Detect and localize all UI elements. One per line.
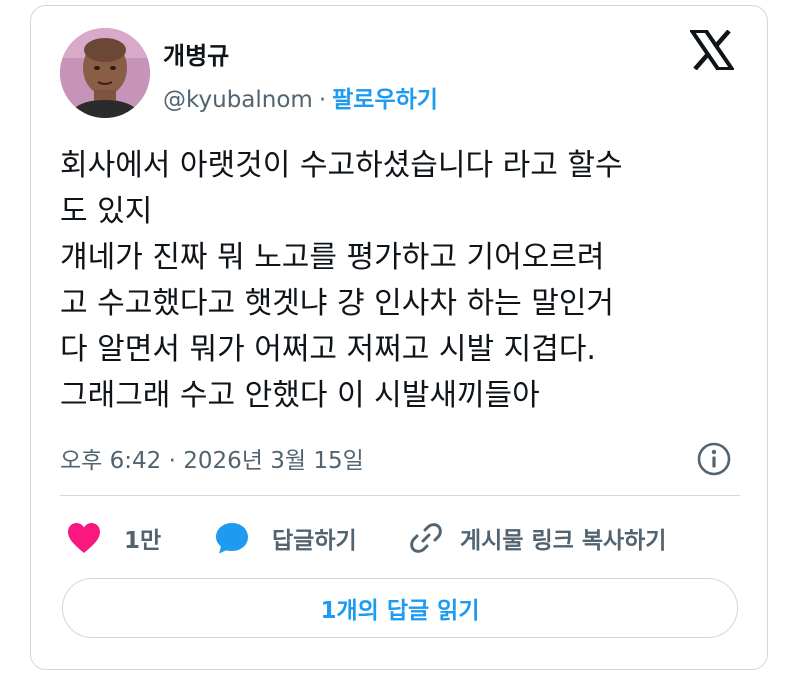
divider [60,495,740,496]
link-icon [410,523,442,553]
tweet-text-line: 걔네가 진짜 뭐 노고를 평가하고 기어오르려 [60,240,605,275]
like-count: 1만 [124,528,162,554]
read-replies-button[interactable]: 1개의 답글 읽기 [62,578,738,638]
tweet-timestamp[interactable]: 오후 6:42 · 2026년 3월 15일 [60,448,364,474]
like-button[interactable]: 1만 [66,518,161,558]
tweet-text-line: 도 있지 [60,194,153,229]
info-icon[interactable] [696,441,732,477]
author-handle[interactable]: @kyubalnom [163,87,313,113]
author-handle-line: @kyubalnom · 팔로우하기 [163,80,438,114]
author-display-name[interactable]: 개병규 [163,36,229,71]
reply-button[interactable]: 답글하기 [214,518,357,558]
tweet-text-line: 회사에서 아랫것이 수고하셨습니다 라고 할수 [60,148,623,183]
tweet-text: 회사에서 아랫것이 수고하셨습니다 라고 할수 도 있지 걔네가 진짜 뭐 노고… [60,143,750,419]
heart-icon [68,523,100,553]
speech-bubble-icon [216,523,248,554]
follow-button[interactable]: 팔로우하기 [332,87,438,113]
tweet-text-line: 고 수고했다고 햇겟냐 걍 인사차 하는 말인거 [60,286,615,321]
tweet-text-line: 그래그래 수고 안했다 이 시발새끼들아 [60,378,540,413]
copy-link-button[interactable]: 게시물 링크 복사하기 [408,518,666,558]
separator-dot: · [318,87,327,113]
x-logo-icon[interactable] [690,30,734,70]
tweet-meta: 오후 6:42 · 2026년 3월 15일 [60,441,364,475]
copy-link-label: 게시물 링크 복사하기 [460,528,667,554]
avatar[interactable] [60,28,150,118]
tweet-text-line: 다 알면서 뭐가 어쩌고 저쩌고 시발 지겹다. [60,332,596,367]
reply-label: 답글하기 [272,528,357,554]
